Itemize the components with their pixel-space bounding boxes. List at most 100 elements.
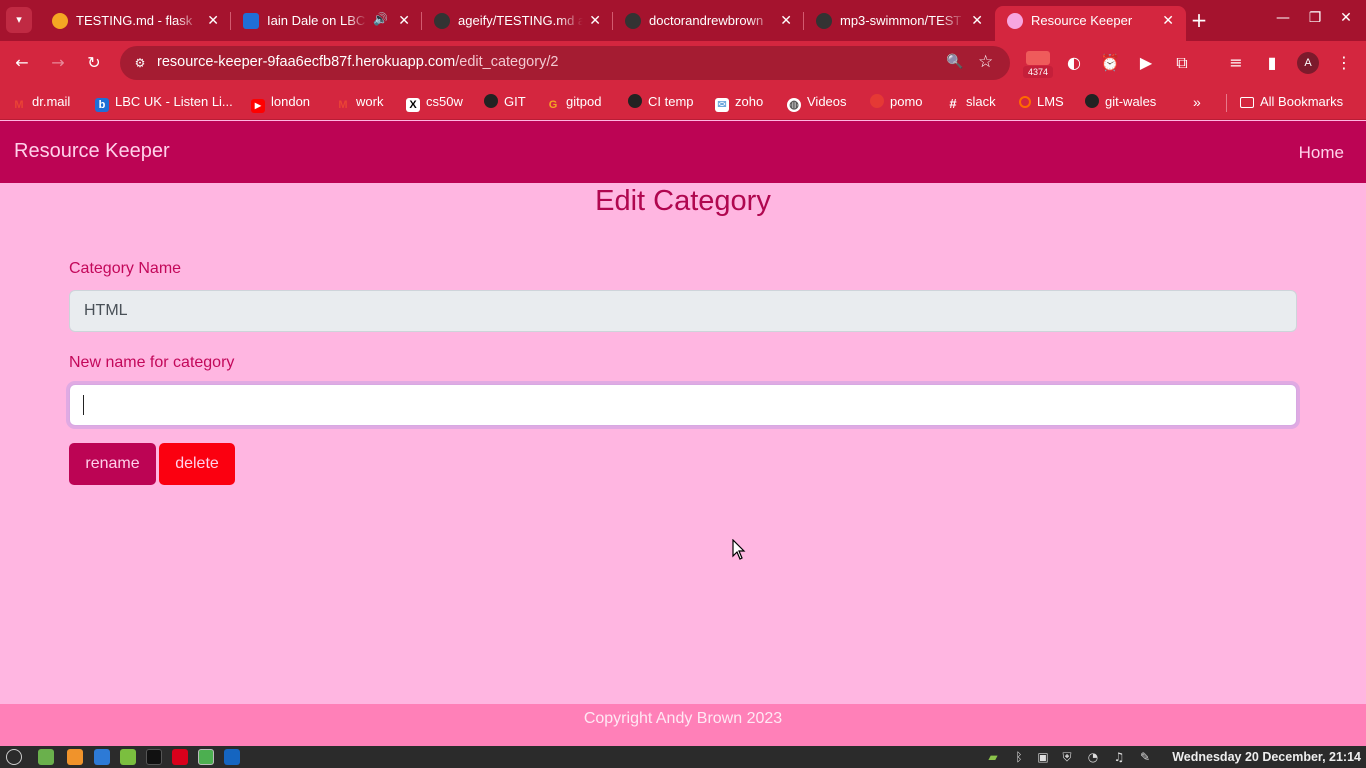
rename-button[interactable]: rename [69, 443, 156, 485]
all-bookmarks[interactable]: All Bookmarks [1240, 92, 1343, 112]
clipboard-icon[interactable]: ▣ [1036, 749, 1050, 765]
bookmark-gitpod[interactable]: Ggitpod [546, 92, 602, 112]
menu-icon[interactable] [6, 749, 22, 765]
site-brand[interactable]: Resource Keeper [14, 140, 170, 163]
tab-title: Resource Keeper [1031, 13, 1133, 28]
video-extension-icon[interactable]: ▶ [1135, 52, 1157, 74]
tab-ageify[interactable]: ageify/TESTING.md a ✕ [422, 0, 613, 41]
bookmark-work[interactable]: Mwork [336, 92, 383, 112]
bookmark-pomo[interactable]: pomo [870, 92, 923, 112]
bookmark-cs50w[interactable]: Xcs50w [406, 92, 463, 112]
tab-title: Iain Dale on LBC | [267, 13, 367, 28]
close-icon[interactable]: ✕ [780, 11, 792, 29]
minimize-icon[interactable]: — [1273, 10, 1293, 26]
close-icon[interactable]: ✕ [398, 11, 410, 29]
alarm-icon[interactable]: ⏰ [1099, 52, 1121, 74]
mail-icon [1026, 51, 1050, 65]
site-footer: Copyright Andy Brown 2023 [0, 704, 1366, 746]
bookmark-label: GIT [504, 94, 526, 109]
category-name-label: Category Name [69, 260, 182, 277]
bookmarks-divider [1226, 94, 1227, 112]
music-icon[interactable]: ♫ [1112, 749, 1126, 765]
address-bar[interactable]: ⚙ resource-keeper-9faa6ecfb87f.herokuapp… [120, 46, 1010, 80]
files-tray-icon[interactable]: ▰ [986, 749, 1000, 765]
bookmarks-bar: Mdr.mail b LBC UK - Listen Li... ▶ london … [0, 85, 1366, 120]
puzzle-icon[interactable]: ⧉ [1171, 52, 1193, 74]
bookmark-label: zoho [735, 94, 764, 109]
bookmark-lms[interactable]: LMS [1019, 92, 1064, 112]
bookmark-lbc[interactable]: b LBC UK - Listen Li... [95, 92, 233, 112]
bookmark-label: Videos [807, 94, 847, 109]
window-close-icon[interactable]: ✕ [1336, 10, 1356, 26]
close-icon[interactable]: ✕ [589, 11, 601, 29]
bookmarks-overflow-icon[interactable]: » [1193, 92, 1201, 112]
close-icon[interactable]: ✕ [1162, 11, 1174, 29]
zoho-icon: ✉ [715, 98, 729, 112]
bookmark-videos[interactable]: ◍ Videos [787, 92, 847, 112]
globe-icon: ◍ [787, 98, 801, 112]
new-name-label: New name for category [69, 354, 235, 371]
mail-extension[interactable]: 4374 [1023, 47, 1053, 81]
url-text[interactable]: resource-keeper-9faa6ecfb87f.herokuapp.c… [157, 54, 558, 70]
tab-title: mp3-swimmon/TEST [840, 13, 962, 28]
close-icon[interactable]: ✕ [971, 11, 983, 29]
tab-search-button[interactable]: ▾ [6, 7, 32, 33]
media-controls-icon[interactable]: ≡ [1225, 52, 1247, 74]
bookmark-label: CI temp [648, 94, 694, 109]
opera-icon[interactable] [172, 749, 188, 765]
reload-icon[interactable]: ↻ [83, 52, 105, 74]
bookmark-git-wales[interactable]: git-wales [1085, 92, 1156, 112]
firefox-icon[interactable] [67, 749, 83, 765]
tab-testing-md[interactable]: TESTING.md - flask ✕ [40, 0, 231, 41]
zoom-icon[interactable]: 🔍 [946, 54, 963, 70]
files-icon[interactable] [38, 749, 54, 765]
new-tab-button[interactable]: + [1188, 9, 1210, 31]
folder-icon[interactable] [120, 749, 136, 765]
speaker-icon[interactable]: 🔊 [373, 12, 388, 26]
delete-button[interactable]: delete [159, 443, 235, 485]
bookmark-ci-temp[interactable]: CI temp [628, 92, 694, 112]
shield-icon[interactable]: ⛨ [1060, 749, 1074, 765]
back-icon[interactable]: ← [11, 52, 33, 74]
lbc-icon: b [95, 98, 109, 112]
bookmark-star-icon[interactable]: ☆ [978, 52, 993, 72]
vscode-icon[interactable] [94, 749, 110, 765]
github-icon [628, 94, 642, 108]
slack-icon: # [949, 96, 957, 111]
url-host: resource-keeper-9faa6ecfb87f.herokuapp.c… [157, 54, 456, 70]
os-taskbar: ▰ ᛒ ▣ ⛨ ◔ ♫ ✎ Wednesday 20 December, 21:… [0, 746, 1366, 768]
restore-icon[interactable]: ❐ [1305, 10, 1325, 26]
profile-avatar[interactable]: A [1297, 52, 1319, 74]
tab-resource-keeper[interactable]: Resource Keeper ✕ [995, 6, 1186, 41]
lbc-icon [243, 13, 259, 29]
wifi-icon[interactable]: ◔ [1086, 749, 1100, 765]
tab-title: doctorandrewbrown [649, 13, 764, 28]
tab-mp3-swimmon[interactable]: mp3-swimmon/TEST ✕ [804, 0, 995, 41]
bookmark-london[interactable]: ▶ london [251, 92, 310, 113]
tab-title: TESTING.md - flask [76, 13, 193, 28]
bookmark-label: slack [966, 94, 996, 109]
close-icon[interactable]: ✕ [207, 11, 219, 29]
new-name-input[interactable] [69, 384, 1297, 426]
kebab-menu-icon[interactable]: ⋮ [1333, 52, 1355, 74]
tab-title: ageify/TESTING.md a [458, 13, 583, 28]
bluetooth-icon[interactable]: ᛒ [1012, 749, 1026, 765]
chrome-window-icon[interactable] [198, 749, 214, 765]
bookmark-dr-mail[interactable]: Mdr.mail [12, 92, 70, 112]
bookmark-git[interactable]: GIT [484, 92, 526, 112]
forward-icon[interactable]: → [47, 52, 69, 74]
system-clock[interactable]: Wednesday 20 December, 21:14 [1172, 749, 1361, 765]
bluetooth-app-icon[interactable] [224, 749, 240, 765]
site-info-icon[interactable]: ⚙ [132, 55, 148, 71]
extension-icon[interactable]: ◐ [1063, 52, 1085, 74]
tab-lbc[interactable]: Iain Dale on LBC | 🔊 ✕ [231, 0, 422, 41]
bookmark-slack[interactable]: # slack [946, 92, 996, 112]
bookmark-zoho[interactable]: ✉ zoho [715, 92, 763, 112]
folder-icon [1240, 97, 1254, 108]
side-panel-icon[interactable]: ▮ [1261, 52, 1283, 74]
terminal-icon[interactable] [146, 749, 162, 765]
tab-doctorandrewbrown[interactable]: doctorandrewbrown ✕ [613, 0, 804, 41]
gitpod-icon [52, 13, 68, 29]
nav-home-link[interactable]: Home [1299, 143, 1344, 163]
notes-icon[interactable]: ✎ [1138, 749, 1152, 765]
